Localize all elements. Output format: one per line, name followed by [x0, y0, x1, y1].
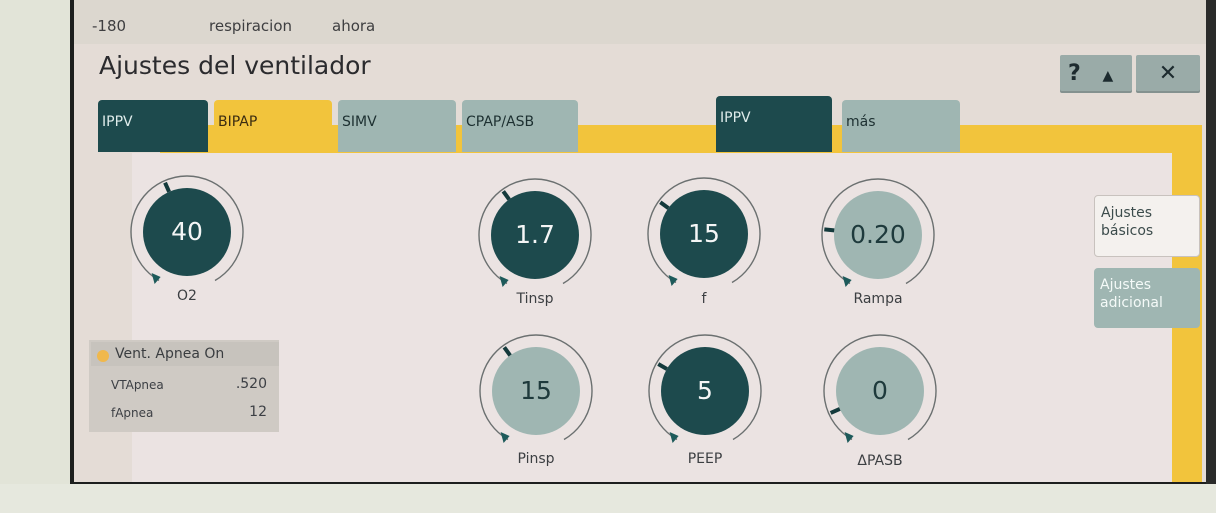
delta-pasb-knob[interactable]: 0	[820, 331, 940, 451]
pinsp-label: Pinsp	[517, 451, 555, 467]
tab-simv[interactable]: SIMV	[338, 100, 456, 152]
apnea-status-indicator	[97, 350, 109, 362]
f-knob[interactable]: 15	[644, 174, 764, 294]
f-apnea-label: fApnea	[111, 406, 154, 420]
tab-ippv[interactable]: IPPV	[98, 100, 208, 152]
monitor-bezel-right	[1206, 0, 1216, 513]
tab-ippv-label: IPPV	[102, 114, 133, 130]
peep-label: PEEP	[687, 451, 723, 467]
monitor-bezel-bottom	[0, 484, 1216, 513]
side-tab-basic-settings[interactable]: Ajustes básicos	[1094, 195, 1200, 257]
tinsp-value: 1.7	[515, 220, 555, 249]
status-parameter: respiracion	[209, 17, 293, 35]
f-apnea-value: 12	[249, 404, 267, 420]
rampa-knob[interactable]: 0.20	[818, 175, 938, 295]
status-value: -180	[92, 17, 127, 35]
help-icon: ?	[1068, 61, 1081, 86]
help-button[interactable]: ? ▲	[1060, 55, 1132, 93]
o2-label: O2	[177, 288, 197, 304]
peep-value: 5	[697, 376, 713, 405]
tab-ippv-secondary[interactable]: IPPV	[716, 96, 832, 152]
side-tab-additional-settings[interactable]: Ajustes adicional	[1094, 268, 1200, 328]
o2-value: 40	[171, 217, 203, 246]
peep-knob[interactable]: 5	[645, 331, 765, 451]
tab-more[interactable]: más	[842, 100, 960, 152]
pinsp-knob[interactable]: 15	[476, 331, 596, 451]
vt-apnea-value: .520	[235, 376, 267, 392]
tab-ippv-secondary-label: IPPV	[720, 110, 751, 126]
tinsp-label: Tinsp	[516, 291, 554, 307]
tab-cpap-asb[interactable]: CPAP/ASB	[462, 100, 578, 152]
tab-cpap-asb-label: CPAP/ASB	[466, 114, 535, 130]
side-tab-basic-label: Ajustes básicos	[1101, 205, 1154, 239]
status-time: ahora	[332, 17, 376, 35]
rampa-value: 0.20	[850, 220, 906, 249]
tab-more-label: más	[846, 114, 876, 130]
page-title: Ajustes del ventilador	[99, 51, 371, 80]
tab-bipap-label: BIPAP	[218, 114, 258, 130]
close-icon: ✕	[1158, 61, 1178, 86]
tab-bipap[interactable]: BIPAP	[214, 100, 332, 152]
f-label: f	[701, 291, 707, 307]
tab-simv-label: SIMV	[342, 114, 377, 130]
apnea-title: Vent. Apnea On	[115, 346, 225, 362]
pinsp-value: 15	[520, 376, 552, 405]
apnea-header: Vent. Apnea On	[91, 342, 279, 366]
f-value: 15	[688, 219, 720, 248]
ventilator-screen: -180 respiracion ahora Ajustes del venti…	[74, 0, 1206, 482]
monitor-bezel-left	[0, 0, 70, 513]
status-strip: -180 respiracion ahora	[74, 0, 1206, 44]
tinsp-knob[interactable]: 1.7	[475, 175, 595, 295]
o2-knob[interactable]: 40	[127, 172, 247, 292]
rampa-label: Rampa	[853, 291, 903, 307]
vt-apnea-label: VTApnea	[111, 378, 164, 392]
side-tab-additional-label: Ajustes adicional	[1100, 277, 1163, 311]
delta-pasb-label: ΔPASB	[857, 453, 903, 469]
apnea-ventilation-box[interactable]: Vent. Apnea On VTApnea .520 fApnea 12	[89, 340, 279, 432]
delta-pasb-value: 0	[872, 376, 888, 405]
close-button[interactable]: ✕	[1136, 55, 1200, 93]
collapse-icon: ▲	[1102, 68, 1114, 84]
